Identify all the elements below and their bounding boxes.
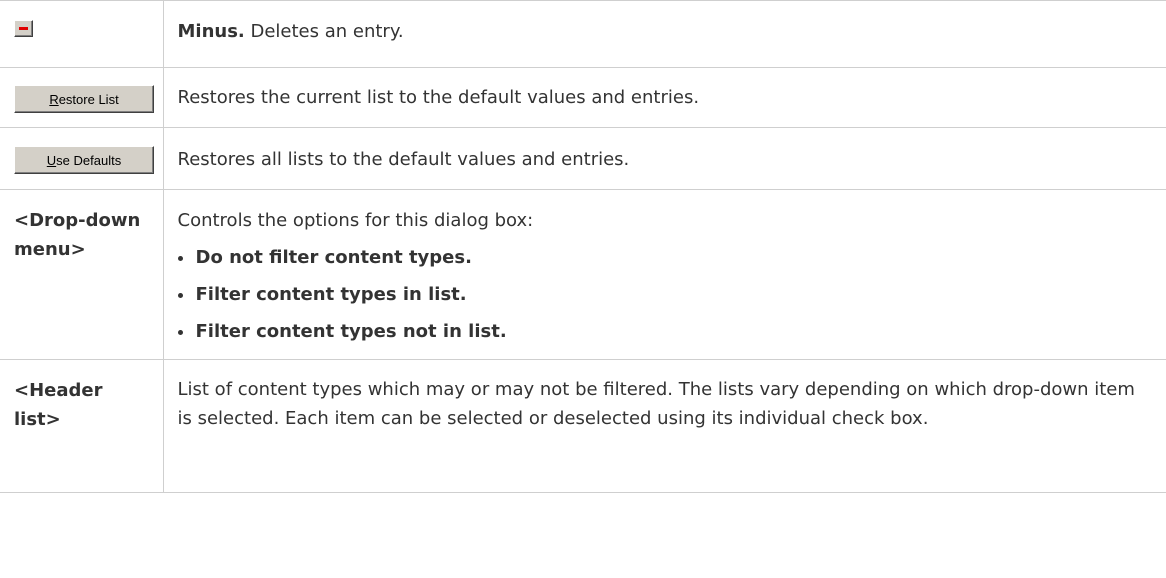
description-cell: Restores all lists to the default values… (162, 127, 1166, 190)
button-accelerator: R (49, 91, 59, 107)
table-row: Use Defaults Restores all lists to the d… (0, 127, 1166, 190)
description-cell: Controls the options for this dialog box… (162, 189, 1166, 360)
use-defaults-button[interactable]: Use Defaults (14, 146, 154, 174)
description-text: Restores all lists to the default values… (177, 149, 630, 170)
ui-element-cell: Use Defaults (0, 127, 164, 190)
list-item: Filter content types in list. (177, 280, 1153, 309)
list-item: Filter content types not in list. (177, 317, 1153, 346)
ui-element-cell (0, 0, 164, 68)
description-cell: Minus. Deletes an entry. (162, 0, 1166, 68)
description-text: Controls the options for this dialog box… (177, 210, 534, 231)
description-text: List of content types which may or may n… (177, 379, 1135, 429)
description-text: Restores the current list to the default… (177, 87, 700, 108)
table-row: Minus. Deletes an entry. (0, 0, 1166, 68)
ui-elements-table: Minus. Deletes an entry. Restore List Re… (0, 0, 1166, 493)
button-label: se Defaults (56, 152, 122, 168)
description-cell: List of content types which may or may n… (162, 359, 1166, 493)
button-accelerator: U (46, 152, 57, 168)
table-row: <Drop-down menu> Controls the options fo… (0, 189, 1166, 360)
option-list: Do not filter content types. Filter cont… (177, 243, 1153, 346)
table-row: <Header list> List of content types whic… (0, 359, 1166, 493)
ui-element-cell: <Header list> (0, 359, 164, 493)
list-item: Do not filter content types. (177, 243, 1153, 272)
dropdown-menu-label: <Drop-down menu> (14, 210, 141, 260)
restore-list-button[interactable]: Restore List (14, 85, 154, 113)
minus-icon (19, 27, 28, 30)
ui-element-cell: <Drop-down menu> (0, 189, 164, 360)
description-cell: Restores the current list to the default… (162, 67, 1166, 128)
description-text: Minus. Deletes an entry. (178, 1, 1153, 46)
description-bold-term: Minus. (177, 21, 245, 42)
ui-element-cell: Restore List (0, 67, 164, 128)
button-label: estore List (58, 91, 119, 107)
minus-button[interactable] (14, 20, 33, 37)
table-row: Restore List Restores the current list t… (0, 67, 1166, 128)
description-body: Deletes an entry. (244, 21, 404, 42)
header-list-label: <Header list> (14, 380, 103, 430)
